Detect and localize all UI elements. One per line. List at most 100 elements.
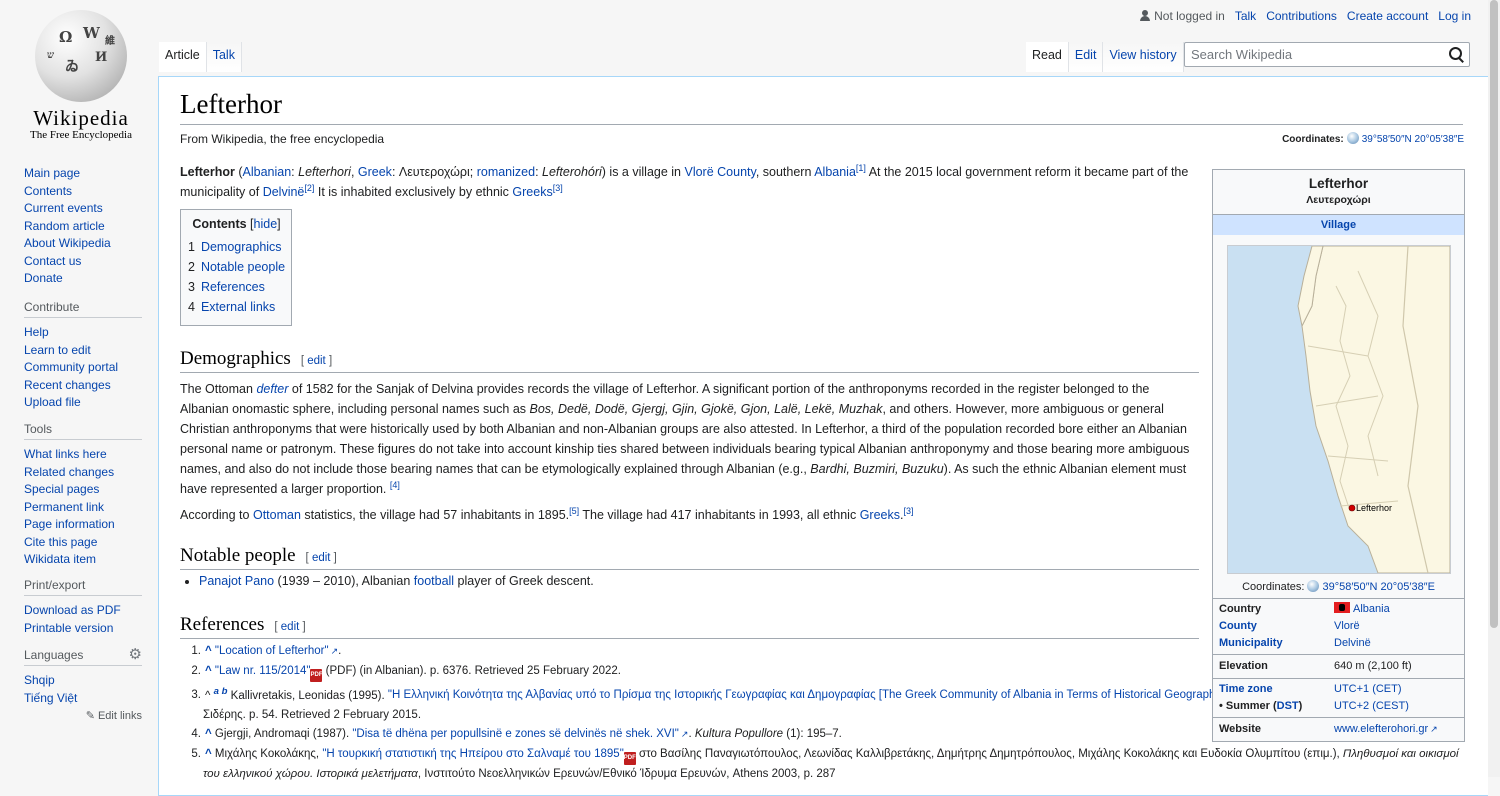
ref-backlink[interactable]: ^ [205,665,212,677]
contribute-recent[interactable]: Recent changes [24,378,111,392]
link-dst[interactable]: DST [1277,700,1299,712]
link-timezone[interactable]: UTC+1 (CET) [1334,682,1402,697]
tab-talk[interactable]: Talk [206,42,242,72]
coords-link[interactable]: 39°58′50″N 20°05′38″E [1362,134,1464,145]
tab-read[interactable]: Read [1026,42,1069,72]
link-football[interactable]: football [414,574,454,588]
toc-link-external[interactable]: External links [201,300,275,314]
link-greek-language[interactable]: Greek [358,165,392,179]
lead-text: , [350,165,358,179]
ref-3[interactable]: [3] [553,183,563,193]
toc-item[interactable]: 4 External links [188,297,285,317]
gear-icon[interactable]: ⚙ [129,645,142,663]
ref-link[interactable]: "Η τουρκική στατιστική της Ηπείρου στο Σ… [322,748,623,760]
toc-hide-link[interactable]: hide [254,217,278,231]
login-link[interactable]: Log in [1438,9,1471,23]
toc-item[interactable]: 3 References [188,277,285,297]
print-printable[interactable]: Printable version [24,621,113,635]
ref-3-b[interactable]: [3] [903,506,913,516]
contributions-link[interactable]: Contributions [1266,9,1337,23]
link-municipality-label[interactable]: Municipality [1219,636,1334,651]
link-albanian-language[interactable]: Albanian [243,165,292,179]
ref-backlinks[interactable]: a b [214,686,228,697]
ref-4[interactable]: [4] [390,480,400,490]
nav-contents[interactable]: Contents [24,184,72,198]
nav-contact[interactable]: Contact us [24,254,81,268]
nav-about[interactable]: About Wikipedia [24,236,111,250]
lang-vietnamese[interactable]: Tiếng Việt [24,691,77,705]
tab-view-history[interactable]: View history [1103,42,1184,72]
ref-5[interactable]: [5] [569,506,579,516]
ref-link[interactable]: "Η Ελληνική Κοινότητα της Αλβανίας υπό τ… [388,689,1330,701]
tools-special[interactable]: Special pages [24,482,99,496]
link-timezone-label[interactable]: Time zone [1219,682,1334,697]
toc-link-notable[interactable]: Notable people [201,260,285,274]
link-defter[interactable]: defter [256,382,288,396]
text: (1939 – 2010), Albanian [274,574,414,588]
ref-text: Gjergji, Andromaqi (1987). [211,728,353,741]
edit-section-demographics[interactable]: edit [307,355,326,367]
contribute-learn[interactable]: Learn to edit [24,343,91,357]
nav-donate[interactable]: Donate [24,271,63,285]
print-download-pdf[interactable]: Download as PDF [24,603,121,617]
link-website[interactable]: www.elefterohori.gr [1334,722,1438,737]
tab-article[interactable]: Article [159,42,207,72]
search-input[interactable] [1185,43,1447,66]
search-icon[interactable] [1448,46,1464,62]
lang-shqip[interactable]: Shqip [24,673,55,687]
ref-link[interactable]: "Law nr. 115/2014" [215,665,311,677]
link-delvine[interactable]: Delvinë [263,185,305,199]
ref-1[interactable]: [1] [856,163,866,173]
edit-section-references[interactable]: edit [281,621,300,633]
toc-item[interactable]: 2 Notable people [188,257,285,277]
toc-link-references[interactable]: References [201,280,265,294]
link-summer-tz[interactable]: UTC+2 (CEST) [1334,699,1409,714]
wikipedia-logo[interactable]: Ω W И ゐ 維 ש Wikipedia The Free Encyclope… [18,10,144,141]
tools-cite[interactable]: Cite this page [24,535,97,549]
ref-link[interactable]: "Location of Lefterhor" [215,645,338,657]
infobox-type-link[interactable]: Village [1321,219,1356,231]
contribute-help[interactable]: Help [24,325,49,339]
tab-edit[interactable]: Edit [1068,42,1104,72]
globe-icon[interactable] [1307,580,1320,592]
globe-icon[interactable] [1346,132,1359,144]
nav-current-events[interactable]: Current events [24,201,103,215]
link-greeks[interactable]: Greeks [512,185,552,199]
scrollbar[interactable] [1488,0,1500,777]
ref-backlink[interactable]: ^ [205,728,212,740]
link-municipality[interactable]: Delvinë [1334,636,1371,651]
location-map[interactable]: Lefterhor [1227,245,1451,574]
namespace-tabs: Article Talk [159,42,242,72]
edit-section-notable[interactable]: edit [312,552,331,564]
link-county[interactable]: Vlorë [1334,619,1360,634]
infobox-type[interactable]: Village [1213,214,1464,235]
link-albania[interactable]: Albania [814,165,856,179]
coords-link[interactable]: 39°58′50″N 20°05′38″E [1322,581,1434,593]
create-account-link[interactable]: Create account [1347,9,1428,23]
tools-related[interactable]: Related changes [24,465,114,479]
link-county-label[interactable]: County [1219,619,1334,634]
edit-links[interactable]: ✎ Edit links [24,709,142,722]
scrollbar-thumb[interactable] [1490,0,1498,628]
nav-random-article[interactable]: Random article [24,219,105,233]
tools-wikidata[interactable]: Wikidata item [24,552,96,566]
tools-permanent[interactable]: Permanent link [24,500,104,514]
ref-link[interactable]: "Disa të dhëna per popullsinë e zones së… [352,728,688,740]
link-ottoman[interactable]: Ottoman [253,508,301,522]
contribute-upload[interactable]: Upload file [24,395,81,409]
link-greeks-2[interactable]: Greeks [860,508,900,522]
ref-backlink[interactable]: ^ [205,645,212,657]
tools-what-links[interactable]: What links here [24,447,107,461]
contribute-portal[interactable]: Community portal [24,360,118,374]
toc-item[interactable]: 1 Demographics [188,237,285,257]
link-romanization[interactable]: romanized [477,165,535,179]
toc-link-demographics[interactable]: Demographics [201,240,282,254]
link-vlore-county[interactable]: Vlorë County [684,165,755,179]
link-country[interactable]: Albania [1353,603,1390,615]
ref-backlink[interactable]: ^ [205,748,212,760]
tools-page-info[interactable]: Page information [24,517,115,531]
link-panajot-pano[interactable]: Panajot Pano [199,574,274,588]
nav-main-page[interactable]: Main page [24,166,80,180]
user-talk-link[interactable]: Talk [1235,9,1256,23]
ref-2[interactable]: [2] [304,183,314,193]
